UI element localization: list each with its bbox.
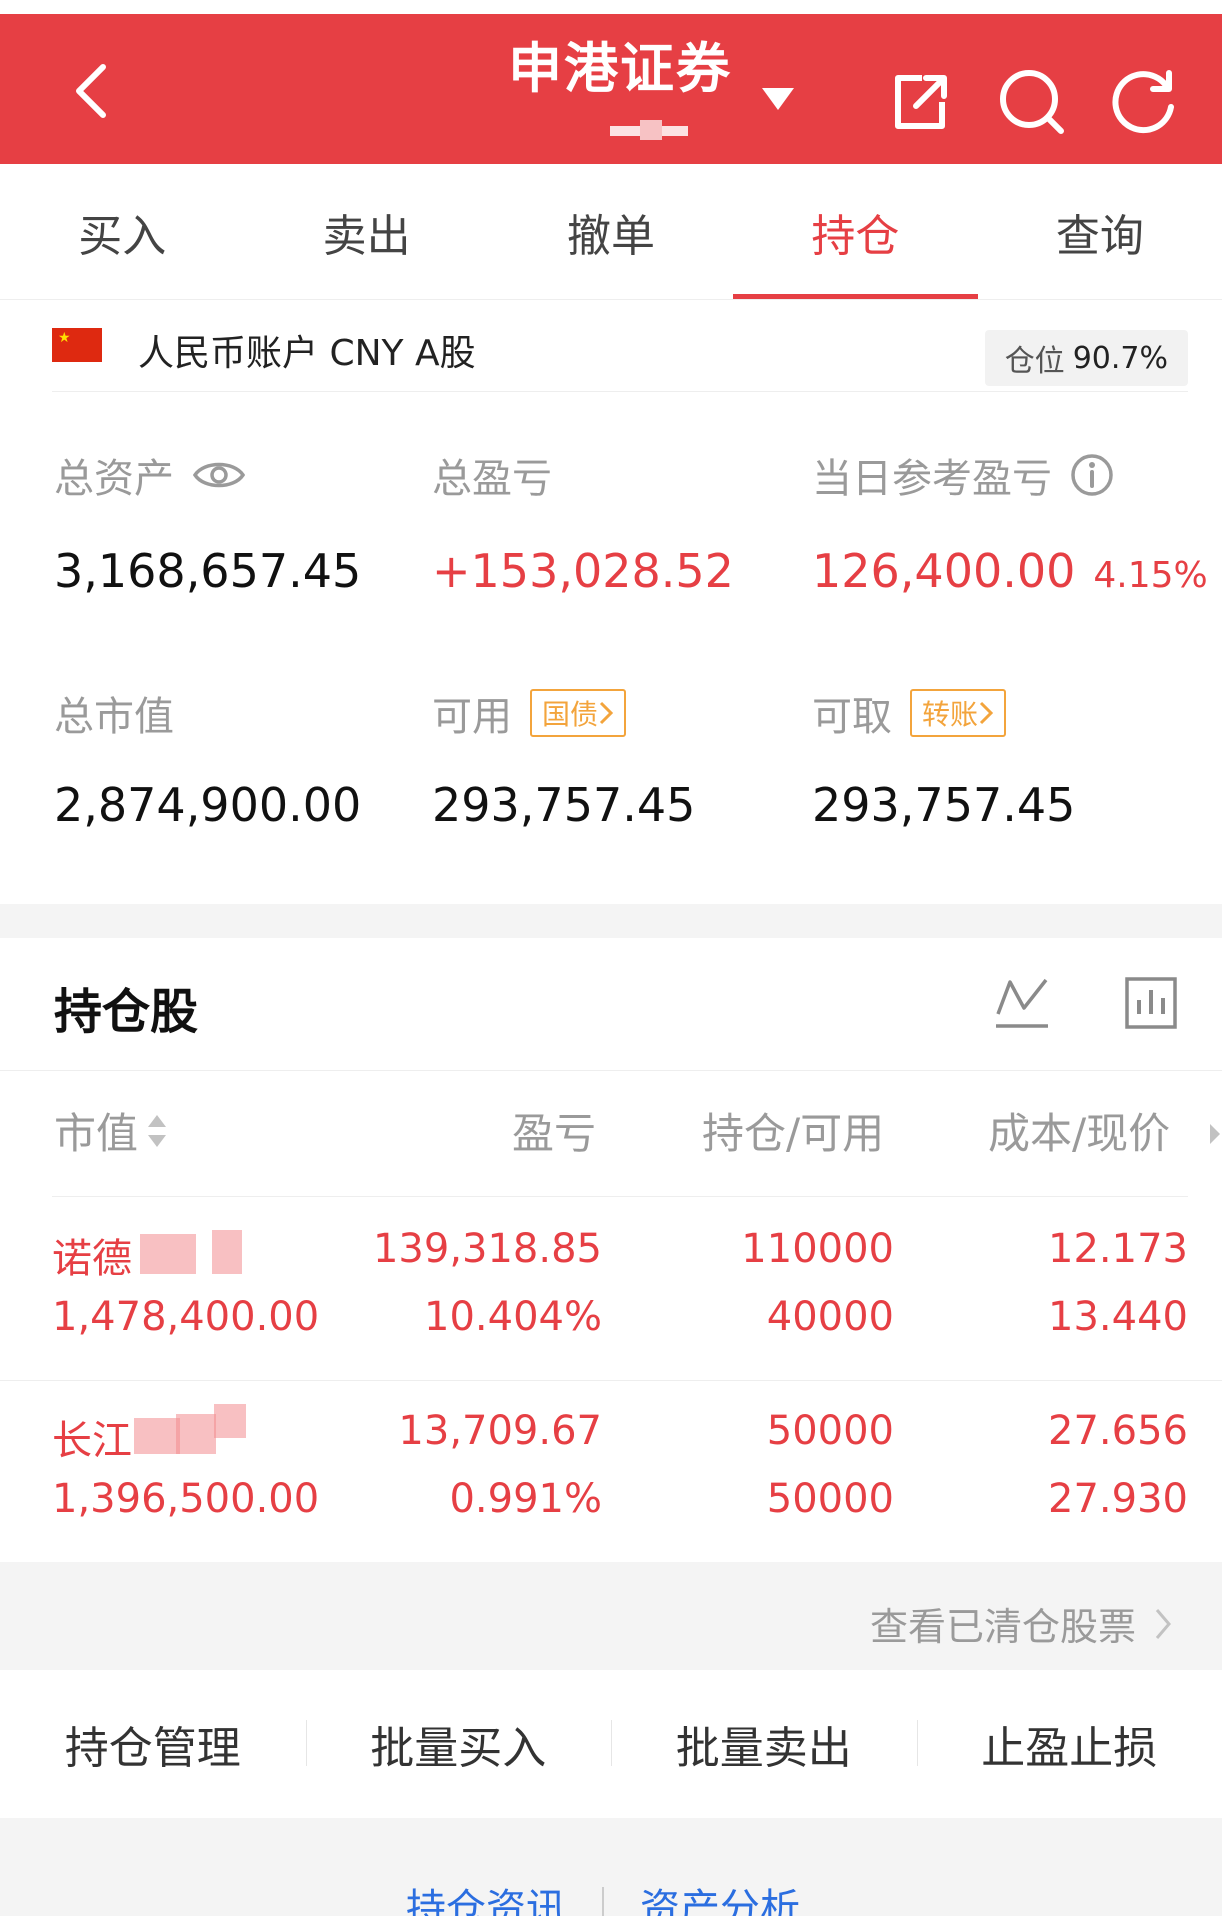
share-icon: [895, 75, 947, 129]
account-label: 人民币账户 CNY A股: [138, 333, 476, 374]
section-divider: [0, 904, 1222, 938]
holdings-title: 持仓股: [54, 984, 199, 1040]
treasury-bond-label: 国债: [542, 698, 599, 731]
total-assets-value: 3,168,657.45: [54, 544, 362, 598]
row-divider: [0, 1380, 1222, 1381]
holding-row[interactable]: 长江 1,396,500.00 13,709.67 0.991% 50000 5…: [0, 1382, 1222, 1562]
chevron-right-icon: [979, 701, 994, 725]
search-icon: [1000, 70, 1064, 134]
china-flag-icon: ★: [52, 328, 102, 362]
cleared-stocks-band: 查看已清仓股票: [0, 1562, 1222, 1670]
pnl-amount: 139,318.85: [372, 1226, 602, 1272]
info-icon[interactable]: [1070, 453, 1114, 497]
transfer-button[interactable]: 转账: [910, 689, 1007, 737]
scroll-right-icon[interactable]: [1208, 1122, 1222, 1146]
chevron-right-icon: [599, 701, 614, 725]
position-value: 90.7%: [1072, 340, 1168, 376]
chevron-right-icon: [1155, 1608, 1171, 1639]
tab-query[interactable]: 查询: [978, 164, 1222, 299]
bottom-links-band: 持仓资讯 资产分析: [0, 1818, 1222, 1916]
name-redaction: [212, 1230, 242, 1274]
pnl-percent: 10.404%: [424, 1294, 602, 1340]
daily-pnl-value: 126,400.00: [812, 544, 1076, 598]
daily-pnl-percent: 4.15%: [1093, 555, 1208, 596]
current-price: 27.930: [1048, 1476, 1188, 1522]
total-assets-label: 总资产: [54, 456, 174, 502]
bar-chart-icon[interactable]: [1124, 976, 1178, 1030]
market-value-value: 2,874,900.00: [54, 778, 362, 832]
batch-sell-button[interactable]: 批量卖出: [611, 1712, 917, 1776]
cost-price: 27.656: [1048, 1408, 1188, 1454]
tab-cancel[interactable]: 撤单: [489, 164, 733, 299]
available-label: 可用: [432, 694, 512, 740]
batch-buy-button[interactable]: 批量买入: [305, 1712, 612, 1776]
market-value-label: 总市值: [54, 694, 174, 740]
take-profit-stop-loss-button[interactable]: 止盈止损: [916, 1712, 1222, 1776]
column-header-divider: [52, 1196, 1188, 1197]
holdings-news-link[interactable]: 持仓资讯: [406, 1876, 566, 1916]
column-market-value[interactable]: 市值: [54, 1100, 168, 1161]
available-qty: 50000: [766, 1476, 894, 1522]
position-qty: 50000: [766, 1408, 894, 1454]
back-button[interactable]: [56, 56, 126, 126]
daily-pnl-label: 当日参考盈亏: [812, 456, 1052, 502]
column-market-value-label: 市值: [54, 1109, 139, 1158]
treasury-bond-button[interactable]: 国债: [530, 689, 627, 737]
cleared-stocks-link[interactable]: 查看已清仓股票: [870, 1596, 1172, 1651]
dropdown-icon[interactable]: [760, 86, 796, 112]
column-position: 持仓/可用: [702, 1109, 885, 1158]
page-title: 申港证券: [508, 37, 732, 100]
tab-sell[interactable]: 卖出: [244, 164, 488, 299]
withdrawable-value: 293,757.45: [812, 778, 1076, 832]
market-value: 1,396,500.00: [52, 1476, 320, 1522]
sort-icon: [148, 1114, 167, 1147]
cleared-stocks-label: 查看已清仓股票: [869, 1605, 1136, 1649]
position-qty: 110000: [741, 1226, 894, 1272]
refresh-icon: [1112, 70, 1174, 134]
search-button[interactable]: [996, 66, 1068, 138]
eye-icon[interactable]: [192, 458, 246, 492]
name-redaction: [214, 1404, 246, 1438]
available-qty: 40000: [766, 1294, 894, 1340]
position-label: 仓位: [1004, 344, 1065, 379]
column-pnl: 盈亏: [512, 1109, 597, 1158]
account-row: ★ 人民币账户 CNY A股 仓位 90.7%: [52, 300, 1188, 392]
column-cost-price: 成本/现价: [988, 1109, 1171, 1158]
holdings-divider: [0, 1070, 1222, 1071]
name-redaction: [176, 1414, 216, 1454]
holding-row[interactable]: 诺德 1,478,400.00 139,318.85 10.404% 11000…: [0, 1200, 1222, 1380]
withdrawable-label: 可取: [812, 694, 892, 740]
tab-buy[interactable]: 买入: [0, 164, 244, 299]
total-pnl-value: +153,028.52: [432, 544, 734, 598]
manage-holdings-button[interactable]: 持仓管理: [0, 1712, 306, 1776]
stock-name: 诺德: [52, 1236, 132, 1282]
broker-switcher[interactable]: 申港证券: [470, 34, 770, 140]
market-value: 1,478,400.00: [52, 1294, 320, 1340]
account-number-redacted: [610, 120, 688, 140]
asset-summary: 总资产 3,168,657.45 总盈亏 +153,028.52 当日参考盈亏 …: [0, 392, 1222, 904]
pnl-percent: 0.991%: [449, 1476, 602, 1522]
link-separator: [602, 1887, 604, 1916]
pnl-amount: 13,709.67: [398, 1408, 602, 1454]
back-icon: [76, 64, 106, 118]
current-price: 13.440: [1048, 1294, 1188, 1340]
trade-tabs: 买入 卖出 撤单 持仓 查询: [0, 164, 1222, 300]
asset-analysis-link[interactable]: 资产分析: [640, 1876, 800, 1916]
position-ratio-badge: 仓位 90.7%: [984, 330, 1188, 386]
available-value: 293,757.45: [432, 778, 696, 832]
trend-chart-icon[interactable]: [994, 974, 1050, 1030]
tab-holdings[interactable]: 持仓: [733, 164, 979, 299]
action-bar: 持仓管理 批量买入 批量卖出 止盈止损: [0, 1674, 1222, 1814]
name-redaction: [140, 1234, 196, 1274]
transfer-label: 转账: [922, 698, 979, 731]
cost-price: 12.173: [1048, 1226, 1188, 1272]
name-redaction: [134, 1418, 180, 1454]
top-bar: 申港证券: [0, 14, 1222, 164]
total-pnl-label: 总盈亏: [432, 456, 552, 502]
stock-name: 长江: [52, 1418, 132, 1464]
share-button[interactable]: [884, 66, 956, 138]
refresh-button[interactable]: [1108, 66, 1180, 138]
